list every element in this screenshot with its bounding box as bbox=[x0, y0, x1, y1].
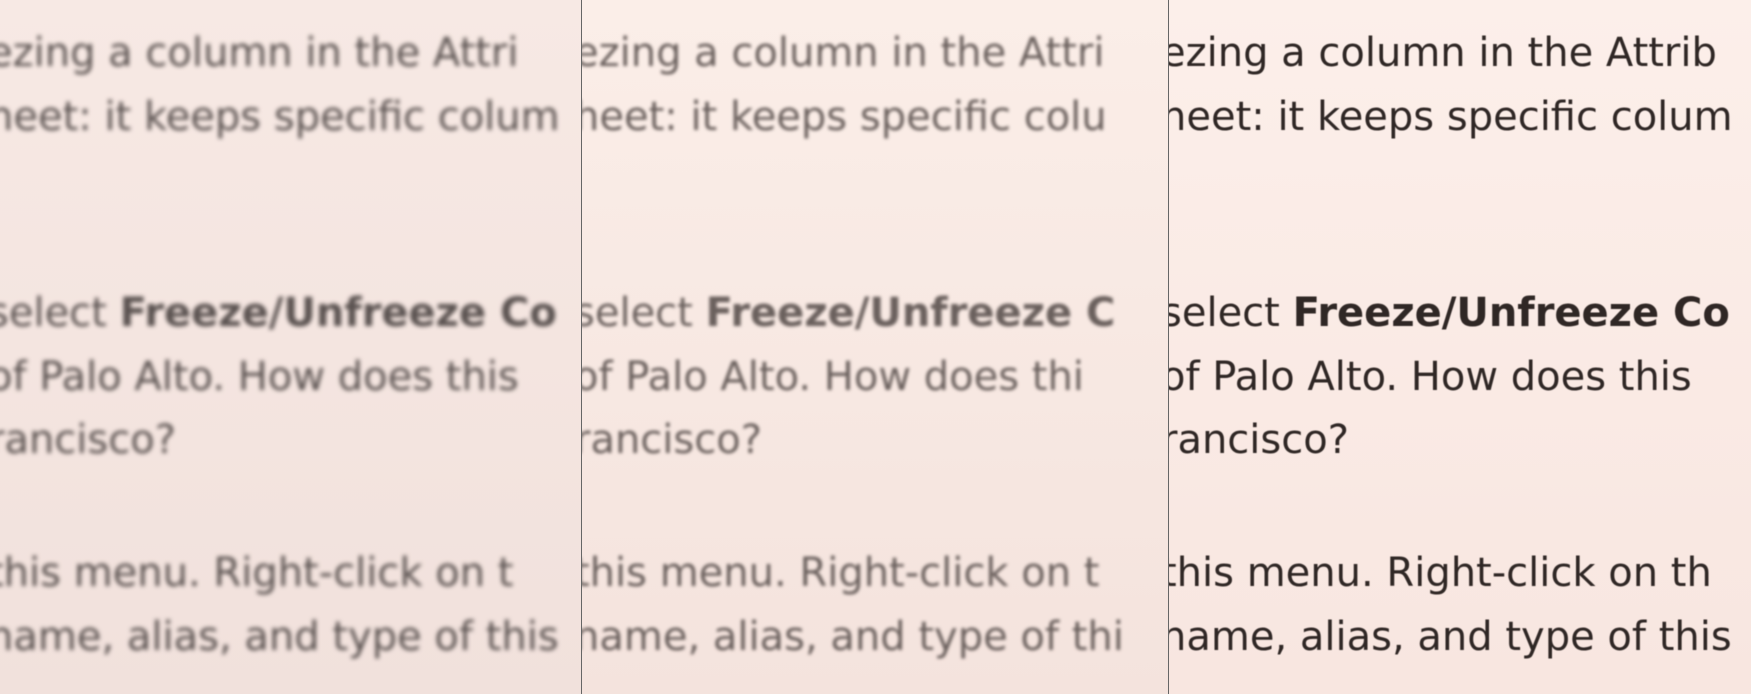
text-line: ezing a column in the Attri bbox=[581, 30, 1105, 76]
triptych-container: ezing a column in the Attri heet: it kee… bbox=[0, 0, 1751, 694]
text-line: rancisco? bbox=[0, 417, 176, 463]
text-line: name, alias, and type of this bbox=[1168, 614, 1732, 660]
text-line: heet: it keeps specific colu bbox=[581, 94, 1107, 140]
blurred-text-panel-1: ezing a column in the Attri heet: it kee… bbox=[0, 0, 581, 694]
text-line: select Freeze/Unfreeze C bbox=[581, 288, 1116, 338]
text-line-part: select bbox=[1168, 290, 1293, 336]
text-line: this menu. Right-click on t bbox=[0, 550, 514, 596]
text-line: select Freeze/Unfreeze Co bbox=[1168, 288, 1730, 338]
text-line: of Palo Alto. How does thi bbox=[581, 354, 1084, 400]
text-line: this menu. Right-click on th bbox=[1168, 550, 1712, 596]
bold-menu-label: Freeze/Unfreeze Co bbox=[119, 290, 557, 336]
text-line: rancisco? bbox=[1168, 417, 1349, 463]
blurred-text-panel-2: ezing a column in the Attri heet: it kee… bbox=[581, 0, 1168, 694]
text-line-part: select bbox=[581, 290, 706, 336]
text-line: this menu. Right-click on t bbox=[581, 550, 1100, 596]
text-line: rancisco? bbox=[581, 417, 762, 463]
text-line: heet: it keeps specific colum bbox=[1168, 94, 1733, 140]
text-line: ezing a column in the Attri bbox=[0, 30, 519, 76]
text-line-part: select bbox=[0, 290, 120, 336]
sharp-text-panel-3: ezing a column in the Attrib heet: it ke… bbox=[1168, 0, 1751, 694]
text-line: of Palo Alto. How does this bbox=[1168, 354, 1692, 400]
text-line: name, alias, and type of thi bbox=[581, 614, 1124, 660]
text-line: select Freeze/Unfreeze Co bbox=[0, 288, 557, 338]
bold-menu-label: Freeze/Unfreeze C bbox=[705, 290, 1116, 336]
text-line: ezing a column in the Attrib bbox=[1168, 30, 1717, 76]
text-line: name, alias, and type of this bbox=[0, 614, 559, 660]
text-line: heet: it keeps specific colum bbox=[0, 94, 560, 140]
bold-menu-label: Freeze/Unfreeze Co bbox=[1292, 290, 1730, 336]
text-line: of Palo Alto. How does this bbox=[0, 354, 519, 400]
